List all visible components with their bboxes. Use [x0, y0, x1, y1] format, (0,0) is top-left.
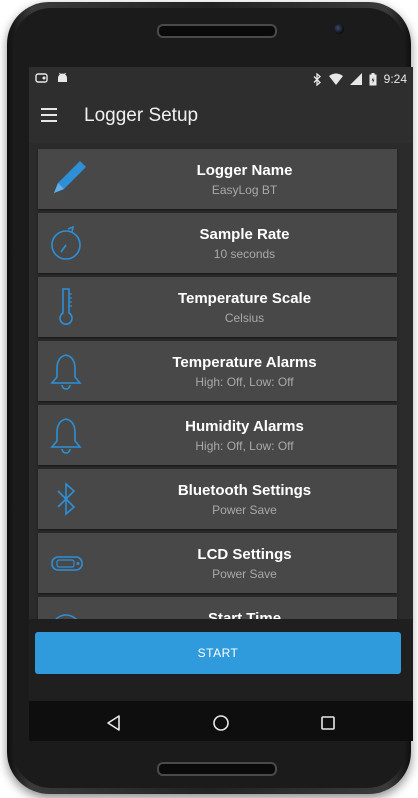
setting-value: Power Save	[212, 567, 277, 581]
thermometer-icon	[59, 288, 73, 325]
setting-logger-name[interactable]: Logger Name EasyLog BT	[38, 149, 397, 209]
setting-bluetooth[interactable]: Bluetooth Settings Power Save	[38, 469, 397, 529]
setting-title: Bluetooth Settings	[177, 482, 312, 499]
recents-icon[interactable]	[316, 711, 340, 735]
screen: 9:24 Logger Setup Logger Name EasyLog BT…	[29, 67, 413, 701]
setting-title: Logger Name	[196, 162, 293, 179]
setting-humidity-alarms[interactable]: Humidity Alarms High: Off, Low: Off	[38, 405, 397, 465]
status-bar: 9:24	[29, 67, 413, 91]
bottom-speaker	[157, 762, 277, 776]
setting-temperature-scale[interactable]: Temperature Scale Celsius	[38, 277, 397, 337]
pencil-icon	[54, 161, 86, 193]
app-bar: Logger Setup	[29, 91, 413, 143]
setting-title: LCD Settings	[197, 546, 292, 563]
setting-sample-rate[interactable]: Sample Rate 10 seconds	[38, 213, 397, 273]
top-speaker	[157, 24, 277, 38]
back-icon[interactable]	[102, 711, 126, 735]
lcd-icon	[51, 556, 83, 571]
wifi-icon	[328, 73, 343, 85]
page-title: Logger Setup	[84, 105, 199, 126]
setting-value: Celsius	[224, 311, 265, 325]
setting-title: Sample Rate	[199, 226, 290, 243]
timer-icon	[51, 225, 81, 260]
cast-icon	[35, 72, 48, 83]
navigation-bar	[29, 701, 413, 741]
hamburger-icon[interactable]	[41, 108, 57, 122]
bell-icon	[50, 354, 82, 390]
setting-temperature-alarms[interactable]: Temperature Alarms High: Off, Low: Off	[38, 341, 397, 401]
clock-time: 9:24	[383, 72, 407, 86]
setting-title: Temperature Alarms	[172, 354, 317, 371]
setting-value: EasyLog BT	[211, 183, 278, 197]
home-icon[interactable]	[209, 711, 233, 735]
setting-title: Humidity Alarms	[185, 418, 304, 435]
bell-icon	[50, 418, 82, 454]
front-camera	[334, 24, 344, 34]
setting-value: Power Save	[212, 503, 277, 517]
signal-icon	[349, 73, 362, 85]
start-button[interactable]: START	[35, 632, 401, 674]
bottom-action-bar: START	[29, 619, 413, 701]
settings-list: Logger Name EasyLog BT Sample Rate 10 se…	[38, 149, 397, 633]
setting-title: Temperature Scale	[177, 290, 312, 307]
bluetooth-icon	[57, 482, 76, 516]
bluetooth-icon	[313, 72, 321, 86]
setting-value: 10 seconds	[213, 247, 276, 261]
setting-value: High: Off, Low: Off	[195, 439, 294, 453]
android-icon	[58, 72, 67, 82]
setting-value: High: Off, Low: Off	[195, 375, 294, 389]
setting-lcd[interactable]: LCD Settings Power Save	[38, 533, 397, 593]
battery-icon	[369, 72, 377, 85]
